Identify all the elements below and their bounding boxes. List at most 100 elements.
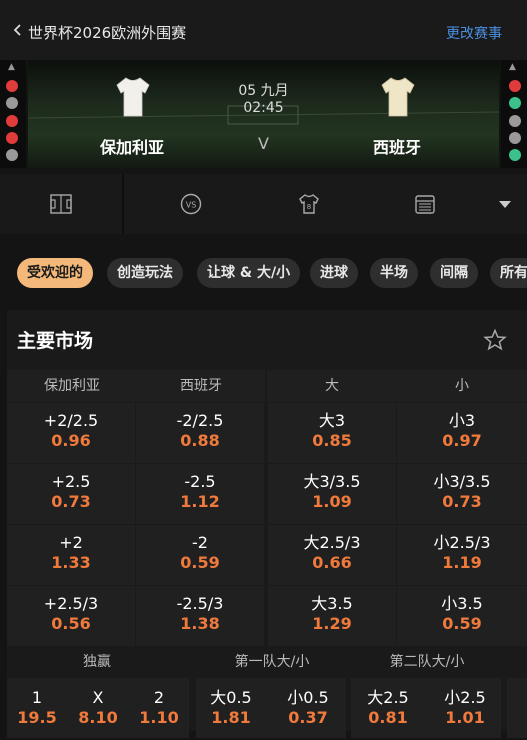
odds-price: 1.29	[312, 614, 352, 633]
chevron-up-icon[interactable]: ▲	[509, 62, 516, 72]
tab-popular[interactable]: 受欢迎的	[17, 258, 93, 288]
change-match-link[interactable]: 更改赛事	[446, 23, 502, 43]
stats-button[interactable]	[362, 174, 488, 234]
versus-icon: VS	[180, 193, 202, 215]
odds-price: 0.97	[442, 431, 482, 450]
odds-price: 1.12	[180, 492, 220, 511]
odds-line: 小2.5	[444, 688, 486, 707]
odds-cell[interactable]: 大2.5 0.81	[360, 680, 416, 740]
odds-cell[interactable]: 大3/3.5 1.09	[268, 464, 396, 524]
odds-line: 大3	[318, 411, 346, 430]
odds-price: 0.96	[51, 431, 91, 450]
column-header-home: 保加利亚	[7, 370, 137, 402]
odds-cell[interactable]: 小2.5 1.01	[437, 680, 493, 740]
form-dot	[509, 115, 521, 127]
odds-line: -2	[192, 533, 208, 552]
jersey-icon: 8	[299, 194, 319, 214]
odds-price: 19.5	[17, 708, 57, 727]
odds-line: +2/2.5	[43, 411, 99, 430]
odds-price: 0.88	[180, 431, 220, 450]
odds-price: 0.56	[51, 614, 91, 633]
pitch-view-button[interactable]	[0, 174, 124, 234]
odds-price: 0.85	[312, 431, 352, 450]
odds-cell[interactable]: -2.5/3 1.38	[136, 586, 264, 646]
odds-cell[interactable]: +2 1.33	[7, 525, 135, 585]
top-bar: 世界杯2026欧洲外围赛 更改赛事	[0, 0, 527, 60]
odds-line: 小3.5	[441, 594, 483, 613]
subheader-match-winner: 独赢	[83, 654, 111, 670]
tab-interval[interactable]: 间隔	[430, 258, 478, 288]
odds-cell[interactable]: 大3.5 1.29	[268, 586, 396, 646]
view-switcher: VS 8	[0, 174, 527, 234]
chevron-up-icon[interactable]: ▲	[8, 62, 15, 72]
odds-line: +2	[59, 533, 83, 552]
odds-cell[interactable]: +2.5 0.73	[7, 464, 135, 524]
odds-price: 0.59	[442, 614, 482, 633]
match-time: 02:45	[243, 100, 284, 116]
odds-cell[interactable]: X 8.10	[77, 680, 119, 740]
odds-line: -2/2.5	[176, 411, 224, 430]
tab-goals[interactable]: 进球	[310, 258, 358, 288]
next-group	[507, 678, 527, 738]
odds-cell[interactable]: 大0.5 1.81	[203, 680, 259, 740]
tab-bet-builder[interactable]: 创造玩法	[107, 258, 183, 288]
odds-line: 小0.5	[287, 688, 329, 707]
lineup-button[interactable]: 8	[256, 174, 362, 234]
match-date: 05 九月	[238, 83, 289, 99]
back-chevron-icon[interactable]	[10, 22, 26, 38]
pitch-icon	[50, 194, 72, 214]
favorite-star-icon[interactable]	[483, 328, 507, 352]
odds-cell[interactable]: +2/2.5 0.96	[7, 403, 135, 463]
odds-price: 1.10	[139, 708, 179, 727]
odds-line: 小3/3.5	[433, 472, 491, 491]
column-header-away: 西班牙	[137, 370, 265, 402]
expand-dropdown-button[interactable]	[488, 174, 522, 234]
odds-cell[interactable]: 小3/3.5 0.73	[397, 464, 527, 524]
odds-price: 1.19	[442, 553, 482, 572]
odds-line: +2.5/3	[43, 594, 99, 613]
odds-price: 1.01	[445, 708, 485, 727]
odds-price: 0.66	[312, 553, 352, 572]
tab-all[interactable]: 所有	[490, 258, 527, 288]
market-title: 主要市场	[17, 330, 94, 352]
odds-cell[interactable]: -2.5 1.12	[136, 464, 264, 524]
odds-line: 小2.5/3	[433, 533, 491, 552]
tab-handicap-over-under[interactable]: 让球 & 大/小	[197, 258, 301, 288]
odds-cell[interactable]: 小3 0.97	[397, 403, 527, 463]
market-tabs: 受欢迎的 创造玩法 让球 & 大/小 进球 半场 间隔 所有	[0, 254, 527, 292]
odds-price: 0.73	[442, 492, 482, 511]
odds-cell[interactable]: 1 19.5	[17, 680, 57, 740]
tab-half-time[interactable]: 半场	[370, 258, 418, 288]
odds-line: -2.5/3	[176, 594, 224, 613]
subheader-team2-over-under: 第二队大/小	[389, 654, 465, 670]
odds-price: 0.59	[180, 553, 220, 572]
dropdown-arrow-icon	[499, 201, 511, 208]
form-dot	[6, 115, 18, 127]
jersey-number: 8	[307, 203, 311, 211]
competition-title[interactable]: 世界杯2026欧洲外围赛	[28, 22, 186, 43]
odds-cell[interactable]: +2.5/3 0.56	[7, 586, 135, 646]
odds-cell[interactable]: 2 1.10	[137, 680, 181, 740]
head-to-head-button[interactable]: VS	[126, 174, 256, 234]
odds-line: 1	[31, 688, 43, 707]
main-market-panel: 主要市场 保加利亚 西班牙 大 小 +2/2.5 0.96 -2/2.5 0.88 …	[7, 310, 527, 738]
versus-icon-text: VS	[186, 201, 197, 210]
odds-price: 1.09	[312, 492, 352, 511]
odds-price: 8.10	[78, 708, 118, 727]
odds-line: 大2.5	[367, 688, 409, 707]
odds-cell[interactable]: 小0.5 0.37	[280, 680, 336, 740]
odds-cell[interactable]: 小3.5 0.59	[397, 586, 527, 646]
odds-line: 大0.5	[210, 688, 252, 707]
odds-line: +2.5	[51, 472, 91, 491]
odds-cell[interactable]: -2/2.5 0.88	[136, 403, 264, 463]
calendar-icon	[415, 195, 435, 214]
odds-price: 1.81	[211, 708, 251, 727]
odds-cell[interactable]: -2 0.59	[136, 525, 264, 585]
subheader-team1-over-under: 第一队大/小	[234, 654, 310, 670]
odds-cell[interactable]: 大2.5/3 0.66	[268, 525, 396, 585]
odds-cell[interactable]: 小2.5/3 1.19	[397, 525, 527, 585]
odds-line: 2	[153, 688, 165, 707]
odds-cell[interactable]: 大3 0.85	[268, 403, 396, 463]
odds-line: 大3/3.5	[303, 472, 361, 491]
odds-line: -2.5	[184, 472, 216, 491]
